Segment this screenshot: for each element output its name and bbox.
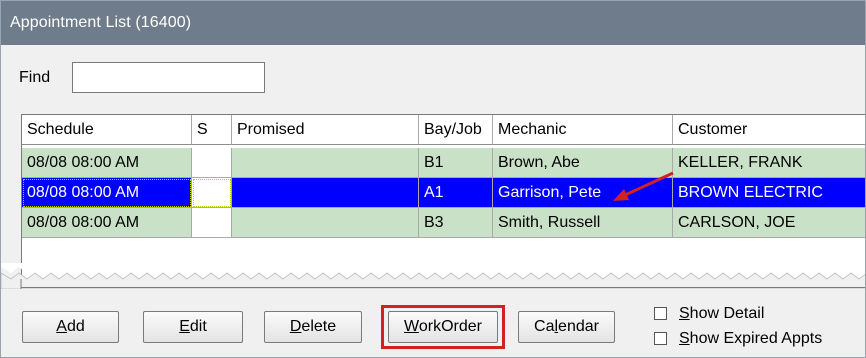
show-detail-checkbox-box[interactable] xyxy=(654,307,667,320)
grid-header-row: Schedule S Promised Bay/Job Mechanic Cus… xyxy=(22,115,865,145)
column-header-mechanic[interactable]: Mechanic xyxy=(493,115,673,145)
grid-bottom-border xyxy=(21,287,865,288)
cell-s xyxy=(192,208,232,238)
edit-mnemonic: E xyxy=(179,318,190,335)
delete-label-rest: elete xyxy=(301,318,337,335)
cell-mechanic: Brown, Abe xyxy=(493,148,673,178)
table-row[interactable]: 08/08 08:00 AM B3 Smith, Russell CARLSON… xyxy=(22,208,865,238)
cell-bay-job: B1 xyxy=(419,148,493,178)
cell-s xyxy=(192,148,232,178)
window-title: Appointment List (16400) xyxy=(1,1,865,45)
table-row-selected[interactable]: 08/08 08:00 AM A1 Garrison, Pete BROWN E… xyxy=(22,178,865,208)
cell-schedule: 08/08 08:00 AM xyxy=(22,178,192,208)
cell-bay-job: B3 xyxy=(419,208,493,238)
cell-bay-job: A1 xyxy=(419,178,493,208)
cell-mechanic: Smith, Russell xyxy=(493,208,673,238)
show-expired-appts-label: Show Expired Appts xyxy=(679,330,823,347)
cell-promised xyxy=(232,208,419,238)
delete-button[interactable]: Delete xyxy=(264,311,362,343)
workorder-mnemonic: W xyxy=(404,318,419,335)
appointment-grid: Schedule S Promised Bay/Job Mechanic Cus… xyxy=(21,114,865,284)
column-header-promised[interactable]: Promised xyxy=(232,115,419,145)
add-mnemonic: A xyxy=(56,318,67,335)
cell-customer: CARLSON, JOE xyxy=(673,208,865,238)
edit-button[interactable]: Edit xyxy=(143,311,243,343)
add-button[interactable]: Add xyxy=(22,311,119,343)
calendar-label-rest: endar xyxy=(558,318,599,335)
column-header-customer[interactable]: Customer xyxy=(673,115,865,145)
column-header-bay-job[interactable]: Bay/Job xyxy=(419,115,493,145)
column-header-schedule[interactable]: Schedule xyxy=(22,115,192,145)
torn-edge-divider xyxy=(1,263,865,289)
appointment-list-window: Appointment List (16400) Find Schedule S… xyxy=(0,0,866,358)
find-input[interactable] xyxy=(72,62,265,93)
calendar-label-pre: Ca xyxy=(534,318,555,335)
show-detail-checkbox[interactable]: Show Detail xyxy=(654,305,854,325)
show-expired-appts-checkbox-box[interactable] xyxy=(654,332,667,345)
cell-promised xyxy=(232,178,419,208)
cell-customer: BROWN ELECTRIC xyxy=(673,178,865,208)
cell-mechanic: Garrison, Pete xyxy=(493,178,673,208)
edit-label-rest: dit xyxy=(189,318,207,335)
cell-schedule: 08/08 08:00 AM xyxy=(22,208,192,238)
show-expired-appts-checkbox[interactable]: Show Expired Appts xyxy=(654,330,864,350)
delete-mnemonic: D xyxy=(289,318,302,335)
cell-customer: KELLER, FRANK xyxy=(673,148,865,178)
workorder-button[interactable]: WorkOrder xyxy=(388,311,498,343)
find-label: Find xyxy=(19,69,51,86)
show-detail-label: Show Detail xyxy=(679,305,765,322)
table-row[interactable]: 08/08 08:00 AM B1 Brown, Abe KELLER, FRA… xyxy=(22,148,865,178)
cell-schedule: 08/08 08:00 AM xyxy=(22,148,192,178)
cell-promised xyxy=(232,148,419,178)
cell-s xyxy=(192,178,232,208)
column-header-s[interactable]: S xyxy=(192,115,232,145)
add-label-rest: dd xyxy=(66,318,85,335)
workorder-label-rest: orkOrder xyxy=(418,318,482,335)
calendar-button[interactable]: Calendar xyxy=(518,311,615,343)
